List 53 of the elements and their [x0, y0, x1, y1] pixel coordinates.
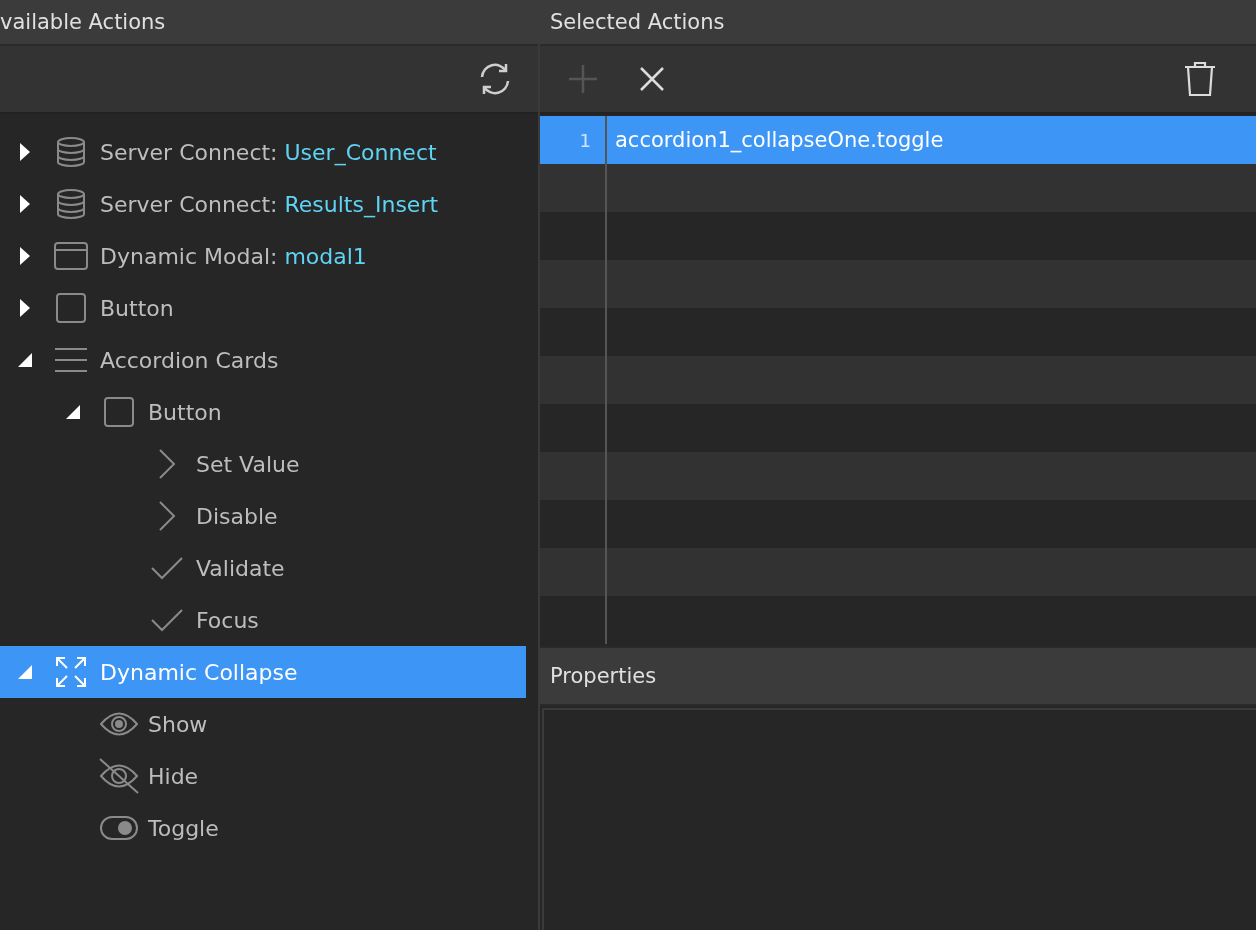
tree-item[interactable]: Validate	[0, 542, 526, 594]
tree-item-label: Button	[100, 295, 174, 321]
chevron-icon	[158, 448, 176, 480]
chevron-icon	[158, 500, 176, 532]
expand-icon	[55, 656, 87, 688]
expand-arrow-icon[interactable]	[19, 246, 31, 266]
tree-item-label: Dynamic Collapse	[100, 659, 298, 685]
tree-item-label: Disable	[196, 503, 278, 529]
square-icon	[104, 397, 134, 427]
tree-item-label: Validate	[196, 555, 285, 581]
expand-arrow-icon[interactable]	[19, 298, 31, 318]
close-icon[interactable]	[640, 67, 664, 91]
trash-icon[interactable]	[1184, 61, 1216, 97]
check-icon	[151, 608, 183, 632]
tree-item[interactable]: Toggle	[0, 802, 526, 854]
tree-item[interactable]: Accordion Cards	[0, 334, 526, 386]
panel-title: Selected Actions	[550, 10, 725, 34]
tree-item[interactable]: Set Value	[0, 438, 526, 490]
action-text: accordion1_collapseOne.toggle	[614, 128, 944, 152]
window-icon	[54, 242, 88, 270]
tree-item[interactable]: Show	[0, 698, 526, 750]
toggle-icon	[100, 816, 138, 840]
tree-item[interactable]: Dynamic Modal: modal1	[0, 230, 526, 282]
tree-item-label: Server Connect: User_Connect	[100, 139, 437, 165]
tree-item-label: Set Value	[196, 451, 300, 477]
expand-arrow-icon[interactable]	[19, 194, 31, 214]
tree-item-label: Button	[148, 399, 222, 425]
tree-item-label: Show	[148, 711, 208, 737]
tree-item[interactable]: Focus	[0, 594, 526, 646]
collapse-arrow-icon[interactable]	[66, 405, 80, 419]
collapse-arrow-icon[interactable]	[18, 353, 32, 367]
tree-item[interactable]: Server Connect: Results_Insert	[0, 178, 526, 230]
panel-title: vailable Actions	[0, 10, 166, 34]
eye-icon	[100, 711, 138, 737]
tree-item[interactable]: Disable	[0, 490, 526, 542]
panel-title: Properties	[550, 664, 657, 688]
tree-item-label: Toggle	[148, 815, 219, 841]
tree-item-label: Focus	[196, 607, 259, 633]
square-icon	[56, 293, 86, 323]
tree-item-label: Accordion Cards	[100, 347, 279, 373]
database-icon	[55, 136, 87, 168]
lines-icon	[55, 347, 87, 373]
tree-item[interactable]: Button	[0, 386, 526, 438]
tree-item[interactable]: Server Connect: User_Connect	[0, 126, 526, 178]
tree-item[interactable]: Hide	[0, 750, 526, 802]
check-icon	[151, 556, 183, 580]
database-icon	[55, 188, 87, 220]
expand-arrow-icon[interactable]	[19, 142, 31, 162]
tree-item[interactable]: Button	[0, 282, 526, 334]
tree-item-label: Server Connect: Results_Insert	[100, 191, 439, 217]
tree-item-label: Hide	[148, 763, 199, 789]
eye-off-icon	[98, 758, 140, 794]
tree-item-label: Dynamic Modal: modal1	[100, 243, 367, 269]
